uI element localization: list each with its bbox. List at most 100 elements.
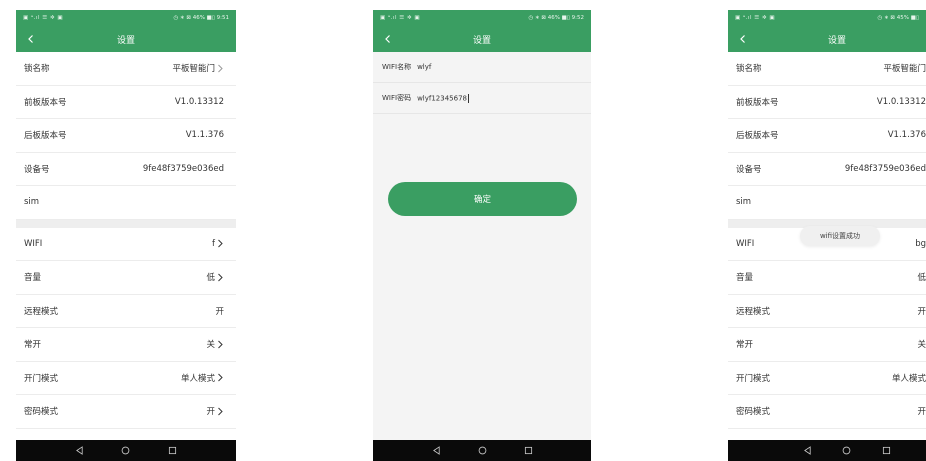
- settings-row[interactable]: 音量 低: [728, 261, 926, 295]
- settings-row[interactable]: 远程模式 开: [16, 294, 236, 328]
- nav-back-icon[interactable]: [432, 446, 441, 455]
- nav-recents-icon[interactable]: [168, 446, 177, 455]
- settings-row-value: V1.0.13312: [175, 97, 224, 107]
- chevron-right-icon: [216, 407, 224, 416]
- nav-home-icon[interactable]: [121, 446, 130, 455]
- settings-row-label: 设备号: [736, 164, 762, 175]
- settings-row[interactable]: 后板版本号 V1.1.376: [728, 119, 926, 153]
- settings-row-label: 常开: [736, 340, 754, 351]
- settings-row-label: 远程模式: [736, 306, 771, 317]
- settings-row-value-text: V1.1.376: [887, 130, 926, 141]
- settings-row-label: 密码模式: [24, 407, 59, 418]
- settings-row-value: 单人模式: [892, 372, 926, 384]
- settings-row[interactable]: 设备号 9fe48f3759e036ed: [16, 152, 236, 186]
- settings-row-value-text: 开: [917, 407, 926, 418]
- wifi-password-row: WIFI密码 wlyf12345678: [373, 83, 591, 114]
- phone-screen-settings-after-save: ▣ ᵊ.ıl ☰ ✲ ▣ ◷ ∗ ⊠ 45% ■▯ 设置 锁名称 平板智能门 前板版…: [728, 10, 926, 461]
- toast-message: wifi设置成功: [800, 226, 880, 246]
- settings-row[interactable]: sim: [16, 186, 236, 220]
- nav-home-icon[interactable]: [478, 446, 487, 455]
- settings-row-label: WIFI: [24, 238, 43, 249]
- chevron-left-icon: [740, 35, 745, 43]
- settings-row-value-text: bg: [915, 238, 926, 249]
- settings-row-value-text: 关: [917, 340, 926, 351]
- settings-row-label: 设备号: [24, 164, 50, 175]
- settings-row-value-text: f: [212, 238, 215, 249]
- nav-home-icon[interactable]: [842, 446, 851, 455]
- settings-row-value: V1.1.376: [186, 130, 224, 140]
- settings-row-label: 前板版本号: [736, 97, 779, 108]
- wifi-name-label: WIFI名称: [382, 63, 412, 71]
- status-icons-right: ◷ ∗ ⊠ 46% ■▯ 9:52: [528, 15, 584, 21]
- settings-row[interactable]: 密码模式 开: [16, 395, 236, 429]
- settings-row[interactable]: 设备号 9fe48f3759e036ed: [728, 152, 926, 186]
- wifi-password-input[interactable]: wlyf12345678: [417, 93, 469, 103]
- settings-row-value: 低: [917, 271, 926, 283]
- settings-row-value: 平板智能门: [172, 62, 224, 74]
- chevron-right-icon: [216, 64, 224, 73]
- status-bar: ▣ ᵊ.ıl ☰ ✲ ▣ ◷ ∗ ⊠ 46% ■▯ 9:52: [373, 10, 591, 26]
- system-nav-bar: [16, 440, 236, 461]
- status-icons-left: ▣ ᵊ.ıl ☰ ✲ ▣: [380, 15, 421, 21]
- settings-row-value-text: 开: [917, 306, 926, 317]
- settings-row-value: bg: [915, 239, 926, 249]
- back-button[interactable]: [728, 26, 758, 52]
- settings-row-value: V1.0.13312: [877, 97, 926, 107]
- section-divider: [16, 219, 236, 228]
- settings-row-label: 密码模式: [736, 407, 771, 418]
- page-title: 设置: [116, 35, 135, 46]
- settings-row[interactable]: 音量 低: [16, 261, 236, 295]
- nav-bar: 设置: [16, 26, 236, 52]
- settings-row[interactable]: 常开 关: [16, 328, 236, 362]
- settings-row[interactable]: sim: [728, 186, 926, 220]
- settings-row-label: 常开: [24, 340, 42, 351]
- settings-row-label: sim: [736, 197, 752, 208]
- settings-row-label: 开门模式: [24, 373, 59, 384]
- nav-back-icon[interactable]: [75, 446, 84, 455]
- settings-row[interactable]: 远程模式 开: [728, 294, 926, 328]
- settings-row-value: f: [212, 239, 224, 249]
- settings-row-label: 后板版本号: [24, 131, 67, 142]
- settings-row-value-text: 开: [215, 306, 224, 317]
- settings-row[interactable]: 锁名称 平板智能门: [728, 52, 926, 86]
- back-button[interactable]: [16, 26, 46, 52]
- chevron-left-icon: [28, 35, 33, 43]
- status-bar: ▣ ᵊ.ıl ☰ ✲ ▣ ◷ ∗ ⊠ 46% ■▯ 9:51: [16, 10, 236, 26]
- settings-row[interactable]: 常开 关: [728, 328, 926, 362]
- nav-recents-icon[interactable]: [882, 446, 891, 455]
- chevron-right-icon: [216, 340, 224, 349]
- nav-back-icon[interactable]: [803, 446, 812, 455]
- settings-row-value: 9fe48f3759e036ed: [143, 164, 224, 174]
- chevron-right-icon: [216, 373, 224, 382]
- settings-list: 锁名称 平板智能门 前板版本号 V1.0.13312 后板版本号 V1.1.376 设备号 9…: [16, 52, 236, 429]
- wifi-password-value: wlyf12345678: [417, 94, 467, 102]
- confirm-button[interactable]: 确定: [388, 182, 577, 216]
- settings-row-label: 后板版本号: [736, 131, 779, 142]
- settings-row[interactable]: WIFI f: [16, 227, 236, 261]
- settings-row[interactable]: 锁名称 平板智能门: [16, 52, 236, 86]
- settings-row[interactable]: 后板版本号 V1.1.376: [16, 119, 236, 153]
- status-icons-left: ▣ ᵊ.ıl ☰ ✲ ▣: [735, 15, 776, 21]
- status-bar: ▣ ᵊ.ıl ☰ ✲ ▣ ◷ ∗ ⊠ 45% ■▯: [728, 10, 926, 26]
- system-nav-bar: [728, 440, 926, 461]
- settings-row-label: 远程模式: [24, 306, 59, 317]
- text-cursor: [467, 93, 469, 103]
- settings-row[interactable]: 开门模式 单人模式: [728, 361, 926, 395]
- wifi-name-input[interactable]: wlyf: [417, 63, 431, 71]
- settings-row-value-text: 平板智能门: [883, 64, 926, 75]
- settings-row-label: 音量: [736, 273, 754, 284]
- status-icons-right: ◷ ∗ ⊠ 46% ■▯ 9:51: [173, 15, 229, 21]
- settings-row[interactable]: 前板版本号 V1.0.13312: [728, 85, 926, 119]
- phone-screen-settings: ▣ ᵊ.ıl ☰ ✲ ▣ ◷ ∗ ⊠ 46% ■▯ 9:51 设置 锁名称 平板智…: [16, 10, 236, 461]
- settings-row-label: 开门模式: [736, 373, 771, 384]
- settings-row-value: 关: [206, 338, 224, 350]
- settings-row[interactable]: 开门模式 单人模式: [16, 361, 236, 395]
- settings-row-label: sim: [24, 197, 40, 208]
- settings-row-value: 开: [917, 305, 926, 317]
- settings-row[interactable]: 密码模式 开: [728, 395, 926, 429]
- settings-row[interactable]: 前板版本号 V1.0.13312: [16, 85, 236, 119]
- phone-screen-wifi-settings: ▣ ᵊ.ıl ☰ ✲ ▣ ◷ ∗ ⊠ 46% ■▯ 9:52 设置 WIFI名称…: [373, 10, 591, 461]
- back-button[interactable]: [373, 26, 403, 52]
- nav-recents-icon[interactable]: [524, 446, 533, 455]
- settings-row-label: WIFI: [736, 238, 755, 249]
